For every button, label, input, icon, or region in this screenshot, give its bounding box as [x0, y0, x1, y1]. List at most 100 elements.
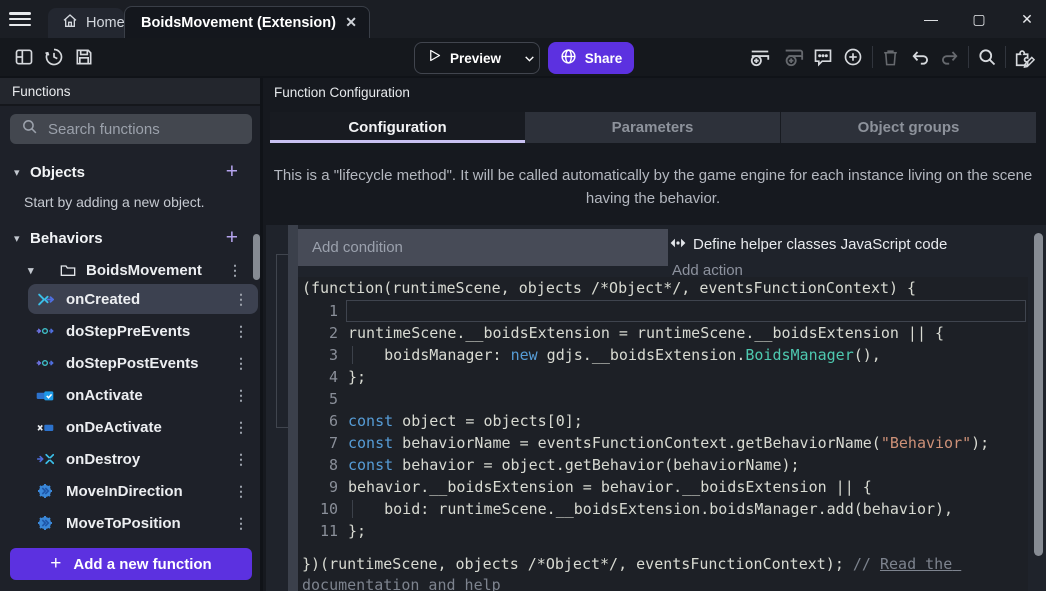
sidebar-item-ondestroy[interactable]: onDestroy ⋮	[28, 444, 258, 474]
onactivate-lifecycle-icon	[36, 387, 54, 403]
add-subevent-icon[interactable]	[781, 45, 805, 69]
events-scrollbar[interactable]	[1034, 233, 1043, 556]
kebab-menu-icon[interactable]: ⋮	[234, 515, 248, 532]
preview-dropdown-icon[interactable]	[513, 43, 546, 73]
kebab-menu-icon[interactable]: ⋮	[234, 419, 248, 436]
comment-icon[interactable]	[811, 45, 835, 69]
objects-empty-text: Start by adding a new object.	[24, 194, 205, 210]
code-text: boidsManager: new gdjs.__boidsExtension.…	[338, 344, 1028, 366]
behavior-group-boidsmovement[interactable]: ▾ BoidsMovement ⋮	[0, 256, 260, 284]
kebab-menu-icon[interactable]: ⋮	[234, 483, 248, 500]
tab-parameters[interactable]: Parameters	[525, 112, 780, 143]
ondeactivate-lifecycle-icon	[36, 419, 54, 435]
code-text: boid: runtimeScene.__boidsExtension.boid…	[338, 498, 1028, 520]
tab-boidsmovement-extension[interactable]: BoidsMovement (Extension) ✕	[124, 6, 370, 38]
save-icon[interactable]	[72, 45, 96, 69]
js-code-icon	[670, 236, 686, 253]
search-events-icon[interactable]	[975, 45, 999, 69]
sidebar-item-oncreated[interactable]: onCreated ⋮	[28, 284, 258, 314]
line-number: 1	[298, 300, 338, 322]
plus-icon: +	[50, 553, 61, 575]
add-event-icon[interactable]	[748, 45, 772, 69]
minimize-button[interactable]: —	[920, 11, 942, 27]
ondestroy-lifecycle-icon	[36, 451, 54, 467]
code-line[interactable]: 2runtimeScene.__boidsExtension = runtime…	[298, 322, 1028, 344]
maximize-button[interactable]: ▢	[968, 11, 990, 28]
edit-extension-icon[interactable]	[1012, 45, 1036, 69]
behaviors-section-title: Behaviors	[30, 230, 103, 247]
kebab-menu-icon[interactable]: ⋮	[228, 262, 242, 279]
kebab-menu-icon[interactable]: ⋮	[234, 291, 248, 308]
code-text: runtimeScene.__boidsExtension = runtimeS…	[338, 322, 1028, 344]
close-tab-icon[interactable]: ✕	[345, 14, 357, 31]
tab-configuration[interactable]: Configuration	[270, 112, 525, 143]
chevron-down-icon[interactable]: ▾	[14, 166, 28, 179]
app-window: Home BoidsMovement (Extension) ✕ — ▢ ✕	[0, 0, 1046, 591]
add-behavior-button[interactable]: +	[226, 226, 238, 250]
play-icon	[427, 48, 442, 68]
add-other-icon[interactable]	[841, 45, 865, 69]
code-line[interactable]: 10 boid: runtimeScene.__boidsExtension.b…	[298, 498, 1028, 520]
sidebar-item-movetoposition[interactable]: MoveToPosition ⋮	[28, 508, 258, 538]
delete-icon[interactable]	[878, 45, 902, 69]
panels-layout-icon[interactable]	[12, 45, 36, 69]
chevron-down-icon[interactable]: ▾	[14, 232, 28, 245]
sidebar-item-dosteppostevents[interactable]: doStepPostEvents ⋮	[28, 348, 258, 378]
add-condition-button[interactable]: Add condition	[298, 229, 668, 266]
sidebar-item-moveindirection[interactable]: MoveInDirection ⋮	[28, 476, 258, 506]
code-text: const object = objects[0];	[338, 410, 1028, 432]
search-functions-input[interactable]: Search functions	[10, 114, 252, 144]
tab-object-groups[interactable]: Object groups	[780, 112, 1036, 143]
code-line[interactable]: 6const object = objects[0];	[298, 410, 1028, 432]
js-event-title[interactable]: Define helper classes JavaScript code	[670, 231, 947, 257]
close-window-button[interactable]: ✕	[1016, 11, 1038, 28]
sidebar-scrollbar[interactable]	[253, 234, 260, 280]
kebab-menu-icon[interactable]: ⋮	[234, 355, 248, 372]
preview-button[interactable]: Preview	[414, 42, 540, 74]
main-menu-icon[interactable]	[8, 9, 32, 29]
dosteppostevents-lifecycle-icon	[36, 355, 54, 371]
sidebar-item-label: MoveInDirection	[66, 483, 183, 500]
event-drag-handle[interactable]	[288, 225, 298, 591]
sidebar-item-label: onDeActivate	[66, 419, 162, 436]
add-object-button[interactable]: +	[226, 160, 238, 184]
code-line[interactable]: 5	[298, 388, 1028, 410]
sidebar-item-label: doStepPostEvents	[66, 355, 199, 372]
sidebar-item-ondeactivate[interactable]: onDeActivate ⋮	[28, 412, 258, 442]
code-line[interactable]: 1	[298, 300, 1028, 322]
js-code-editor[interactable]: (function(runtimeScene, objects /*Object…	[298, 277, 1028, 591]
undo-icon[interactable]	[908, 45, 932, 69]
chevron-down-icon[interactable]: ▾	[28, 264, 42, 277]
home-icon	[62, 13, 78, 33]
kebab-menu-icon[interactable]: ⋮	[234, 451, 248, 468]
tab-home[interactable]: Home	[48, 8, 124, 38]
code-line[interactable]: 3 boidsManager: new gdjs.__boidsExtensio…	[298, 344, 1028, 366]
code-line[interactable]: 9behavior.__boidsExtension = behavior.__…	[298, 476, 1028, 498]
history-icon[interactable]	[42, 45, 66, 69]
code-line[interactable]: 11};	[298, 520, 1028, 542]
line-number: 11	[298, 520, 338, 542]
globe-icon	[560, 48, 577, 68]
add-new-function-button[interactable]: + Add a new function	[10, 548, 252, 580]
line-number: 3	[298, 344, 338, 366]
code-header-line: (function(runtimeScene, objects /*Object…	[298, 277, 1028, 300]
kebab-menu-icon[interactable]: ⋮	[234, 323, 248, 340]
code-text	[338, 300, 1028, 322]
objects-section-header[interactable]: ▾ Objects +	[0, 158, 260, 186]
sidebar-item-dosteppreevents[interactable]: doStepPreEvents ⋮	[28, 316, 258, 346]
add-action-label: Add action	[672, 262, 743, 279]
share-button[interactable]: Share	[548, 42, 634, 74]
redo-icon[interactable]	[938, 45, 962, 69]
titlebar: Home BoidsMovement (Extension) ✕ — ▢ ✕	[0, 0, 1046, 38]
kebab-menu-icon[interactable]: ⋮	[234, 387, 248, 404]
code-line[interactable]: 4};	[298, 366, 1028, 388]
behaviors-section-header[interactable]: ▾ Behaviors +	[0, 224, 260, 252]
code-text: const behaviorName = eventsFunctionConte…	[338, 432, 1028, 454]
line-number: 7	[298, 432, 338, 454]
functions-panel-title: Functions	[12, 84, 71, 99]
code-line[interactable]: 7const behaviorName = eventsFunctionCont…	[298, 432, 1028, 454]
code-line[interactable]: 8const behavior = object.getBehavior(beh…	[298, 454, 1028, 476]
code-text: const behavior = object.getBehavior(beha…	[338, 454, 1028, 476]
sidebar-item-onactivate[interactable]: onActivate ⋮	[28, 380, 258, 410]
add-condition-label: Add condition	[312, 239, 403, 256]
